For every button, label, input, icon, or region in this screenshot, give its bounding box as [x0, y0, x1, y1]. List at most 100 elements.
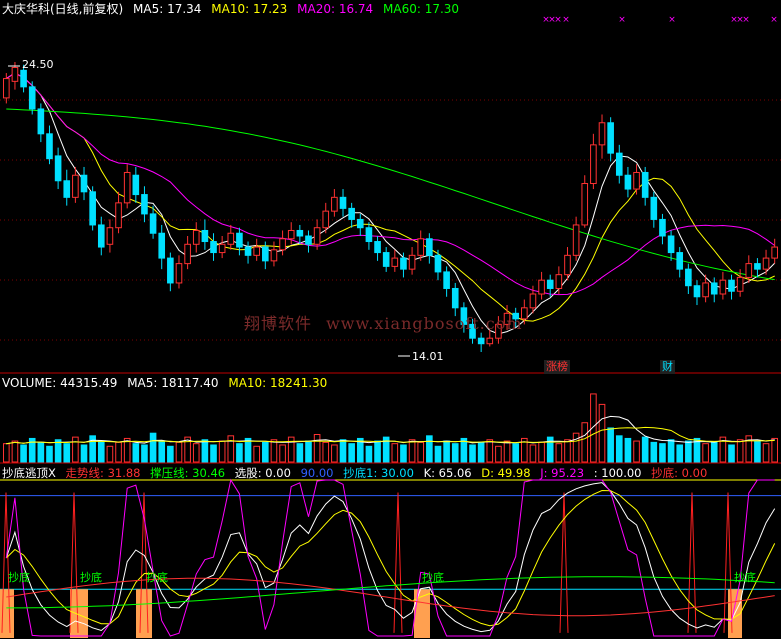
volume-bar-10 [89, 435, 96, 463]
j-line [5, 478, 775, 637]
watermark-url: www.xiangbosoft.com [326, 314, 523, 333]
candle-body-84 [728, 279, 735, 292]
candle-body-15 [132, 174, 140, 196]
candle-body-1 [11, 67, 19, 82]
candle-body-5 [46, 133, 53, 160]
candle-body-26 [227, 232, 235, 245]
candle-body-28 [244, 246, 252, 256]
candle-body-0 [3, 78, 10, 99]
chaodi-readout: 抄底: 0.00 [651, 466, 708, 480]
ma20-line [6, 72, 775, 296]
k-readout: K: 65.06 [423, 466, 472, 480]
chaodi-label-5: 抄底 [734, 571, 756, 584]
candle-body-30 [262, 246, 269, 262]
volume-bar-25 [218, 440, 226, 463]
candle-body-55 [477, 337, 485, 345]
candle-body-77 [667, 235, 675, 254]
candle-body-34 [296, 229, 304, 237]
candle-body-27 [236, 232, 243, 248]
chaodi-label-1: 抄底 [8, 571, 30, 584]
candle-body-51 [443, 271, 450, 289]
candle-body-43 [374, 241, 381, 254]
top-marker-9: × [770, 15, 778, 25]
candle-body-29 [253, 246, 260, 256]
candle-body-87 [754, 263, 761, 270]
candle-body-45 [391, 257, 399, 267]
volume-bar-32 [279, 444, 286, 463]
ma20-readout: MA20: 16.74 [297, 2, 374, 16]
level100-readout: : 100.00 [593, 466, 642, 480]
ma10-readout: MA10: 17.23 [211, 2, 288, 16]
volume-bar-26 [227, 435, 235, 463]
candle-body-48 [417, 238, 425, 256]
volume-bar-22 [192, 443, 200, 463]
volume-bar-7 [63, 443, 71, 463]
candle-body-67 [581, 183, 589, 226]
candle-body-66 [572, 224, 580, 256]
volume-bar-64 [555, 443, 563, 463]
volume-bar-49 [426, 435, 433, 463]
volume-bar-1 [11, 440, 19, 463]
volume-bar-35 [305, 440, 312, 463]
top-marker-2: × [554, 15, 562, 25]
low-price-label: 14.01 [412, 350, 444, 363]
volume-bar-74 [641, 436, 649, 463]
volume-bar-20 [175, 441, 183, 463]
j-readout: J: 95.23 [540, 466, 585, 480]
volume-bar-89 [771, 437, 778, 463]
volume-bar-18 [158, 440, 166, 463]
indicator-header: 抄底逃顶X 走势线: 31.88 撑压线: 30.46 选股: 0.00 90.… [2, 465, 713, 481]
candle-body-73 [633, 171, 640, 190]
volume-bar-85 [736, 439, 744, 463]
volume-bar-82 [710, 441, 718, 463]
volume-bar-46 [400, 444, 407, 463]
candle-body-49 [426, 238, 433, 256]
volume-bar-88 [762, 443, 770, 463]
high-price-label: 24.50 [22, 58, 54, 71]
candle-body-75 [650, 196, 658, 220]
volume-bar-37 [322, 441, 330, 463]
chaodi-zone-1 [70, 589, 88, 638]
volume-bar-17 [149, 432, 157, 463]
watermark: 翔博软件 www.xiangbosoft.com [244, 310, 531, 334]
volume-bar-31 [270, 439, 278, 463]
cai-tag[interactable]: 财 [660, 360, 675, 374]
price-header: 大庆华科(日线,前复权) MA5: 17.34 MA10: 17.23 MA20… [2, 1, 465, 17]
watermark-cn: 翔博软件 [244, 314, 313, 333]
candle-body-35 [305, 235, 312, 245]
volume-bar-16 [141, 444, 148, 463]
ma5-readout: MA5: 17.34 [133, 2, 202, 16]
candle-body-81 [702, 282, 709, 298]
volume-ma5-readout: MA5: 18117.40 [127, 376, 219, 390]
candle-body-74 [641, 171, 649, 198]
volume-bar-72 [624, 437, 632, 463]
volume-bar-12 [106, 445, 114, 463]
volume-bar-71 [615, 435, 623, 463]
candle-body-37 [322, 210, 330, 229]
spike-4 [559, 492, 569, 633]
candle-body-65 [564, 254, 571, 276]
volume-bar-47 [408, 439, 416, 463]
candle-body-72 [624, 174, 632, 190]
candle-body-61 [529, 293, 537, 309]
volume-bar-87 [754, 440, 761, 463]
ma60-line [6, 108, 775, 281]
candle-body-86 [745, 263, 753, 278]
volume-bar-43 [374, 440, 381, 463]
volume-bar-39 [339, 439, 347, 463]
volume-bar-2 [20, 444, 27, 463]
candle-body-23 [201, 229, 209, 243]
spike-5 [687, 492, 697, 633]
volume-bar-50 [434, 445, 442, 463]
volume-bar-13 [115, 441, 122, 463]
candle-body-68 [590, 144, 597, 185]
volume-bar-9 [80, 444, 88, 463]
volume-bar-84 [728, 444, 735, 463]
zhangbang-tag[interactable]: 涨榜 [544, 360, 570, 374]
candle-body-41 [356, 218, 364, 229]
volume-bar-29 [253, 445, 260, 463]
candle-body-11 [97, 224, 105, 248]
top-marker-5: × [668, 15, 676, 25]
volume-bar-58 [503, 440, 511, 463]
volume-bar-15 [132, 443, 140, 463]
